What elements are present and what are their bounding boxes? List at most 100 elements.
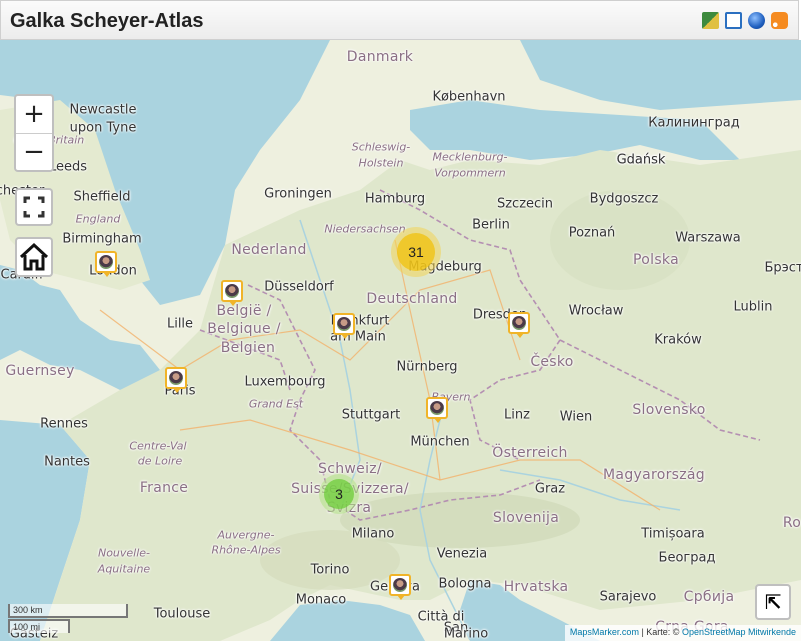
map-label: England <box>75 212 121 226</box>
map-label: Vorpommern <box>434 166 506 180</box>
map-label: Auvergne- <box>217 528 275 542</box>
attribution: MapsMarker.com | Karte: © OpenStreetMap … <box>564 625 801 641</box>
map-label: Sarajevo <box>599 589 657 605</box>
map-label: Београд <box>658 550 716 566</box>
globe-icon[interactable] <box>748 12 765 29</box>
map-label: Monaco <box>295 592 347 608</box>
portrait-icon <box>430 401 444 415</box>
portrait-icon <box>393 578 407 592</box>
mapsmarker-link[interactable]: MapsMarker.com <box>570 627 639 637</box>
map-label: Milano <box>351 526 395 542</box>
map-label: Slovensko <box>632 402 706 418</box>
map-label: Slovenija <box>492 510 560 526</box>
map-label: Česko <box>530 354 574 370</box>
osm-link[interactable]: OpenStreetMap Mitwirkende <box>682 627 796 637</box>
map-label: Danmark <box>346 49 414 65</box>
map-label: Aquitaine <box>97 562 151 576</box>
portrait-icon <box>169 371 183 385</box>
location-marker[interactable] <box>95 251 117 277</box>
map-label: Newcastle <box>69 102 137 118</box>
map-label: Nederland <box>231 242 307 258</box>
map-label: Groningen <box>264 186 332 202</box>
map-label: Hamburg <box>364 191 426 207</box>
map-label: Gdańsk <box>616 152 666 168</box>
map-label: Stuttgart <box>341 407 401 423</box>
map-label: Rhône-Alpes <box>211 543 281 557</box>
map-label: Poznań <box>568 225 616 241</box>
fullscreen-button[interactable] <box>15 188 53 226</box>
cluster-count: 3 <box>324 479 354 509</box>
map-label: Rennes <box>40 416 88 432</box>
map-label: Lille <box>166 316 194 332</box>
rss-icon[interactable] <box>771 12 788 29</box>
expand-icon <box>23 196 45 218</box>
map-label: København <box>432 89 506 105</box>
map-label: Bydgoszcz <box>589 191 659 207</box>
map-label: Graz <box>534 481 566 497</box>
map-label: Bologna <box>438 576 492 592</box>
map-label: Warszawa <box>675 230 741 246</box>
map-label: Centre-Val <box>129 439 187 453</box>
map-label: Holstein <box>358 156 404 170</box>
map-label: Venezia <box>436 546 488 562</box>
map-label: Marino <box>443 626 489 641</box>
map-label: Magyarország <box>603 467 705 483</box>
map-label: Düsseldorf <box>264 279 334 295</box>
location-marker[interactable] <box>165 367 187 393</box>
map-label: Lublin <box>733 299 773 315</box>
zoom-control: + − <box>14 94 54 172</box>
minimize-map-button[interactable]: ⇱ <box>755 584 791 620</box>
map-label: Torino <box>310 562 350 578</box>
home-icon <box>19 242 49 271</box>
map-label: Belgien <box>220 340 276 356</box>
map-label: België / <box>216 303 272 319</box>
map-label: Kraków <box>654 332 702 348</box>
scale-bar-km: 300 km <box>8 604 128 618</box>
map-label: Timișoara <box>641 526 705 542</box>
location-marker[interactable] <box>221 280 243 306</box>
header-bar: Galka Scheyer-Atlas <box>0 0 799 40</box>
zoom-out-button[interactable]: − <box>16 133 52 171</box>
map-label: Nouvelle- <box>97 546 151 560</box>
map-label: Mecklenburg- <box>432 150 508 164</box>
map-label: Luxembourg <box>244 374 326 390</box>
map-label: Berlin <box>472 217 510 233</box>
location-marker[interactable] <box>333 313 355 339</box>
map-label: Linz <box>504 407 530 423</box>
map-label: France <box>139 480 189 496</box>
map-label: Belgique / <box>207 321 281 337</box>
home-button[interactable] <box>15 237 53 277</box>
kml-export-icon[interactable] <box>702 12 719 29</box>
map-label: Niedersachsen <box>324 222 406 236</box>
map-label: Guernsey <box>5 363 75 379</box>
arrow-up-left-icon: ⇱ <box>764 590 782 614</box>
map-label: Österreich <box>492 445 568 461</box>
scale-bar-mi: 100 mi <box>8 619 70 633</box>
map-label: Nürnberg <box>396 359 458 375</box>
map-label: Deutschland <box>366 291 458 307</box>
map-label: Sheffield <box>73 189 131 205</box>
map-label: Nantes <box>44 454 90 470</box>
map-label: Hrvatska <box>503 579 569 595</box>
map-label: Schleswig- <box>351 140 411 154</box>
map-label: Toulouse <box>153 606 211 622</box>
map-label: München <box>410 434 470 450</box>
map-label: Ro <box>782 515 801 531</box>
map-label: Србија <box>683 589 735 605</box>
marker-cluster[interactable]: 3 <box>319 474 359 514</box>
location-marker[interactable] <box>426 397 448 423</box>
fullscreen-icon[interactable] <box>725 12 742 29</box>
zoom-in-button[interactable]: + <box>16 96 52 133</box>
map-label: Schweiz/ <box>318 461 382 477</box>
location-marker[interactable] <box>389 574 411 600</box>
marker-cluster[interactable]: 31 <box>391 227 441 277</box>
map-canvas[interactable]: Danmark København Калининград Newcastle upon… <box>0 40 801 641</box>
map-label: Birmingham <box>62 231 142 247</box>
map-label: Калининград <box>648 115 740 131</box>
portrait-icon <box>225 284 239 298</box>
map-label: Wien <box>559 409 593 425</box>
map-label: Leeds <box>48 159 88 175</box>
location-marker[interactable] <box>508 312 530 338</box>
map-label: de Loire <box>137 454 183 468</box>
map-label: Polska <box>633 252 679 268</box>
